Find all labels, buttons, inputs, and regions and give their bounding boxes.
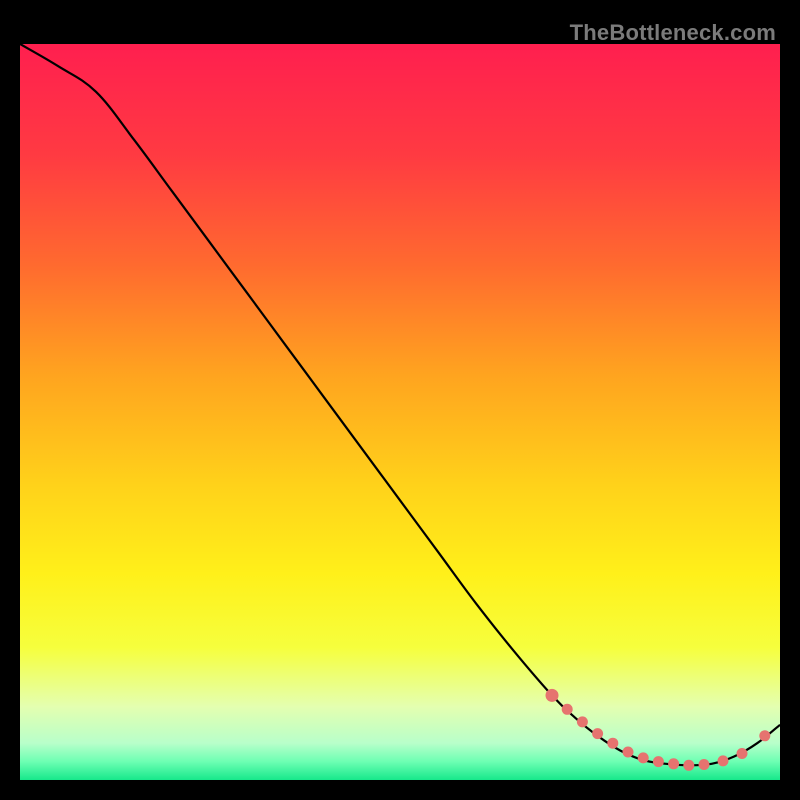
chart-canvas [20, 20, 780, 780]
marker-dot [592, 728, 603, 739]
marker-dot [638, 752, 649, 763]
marker-dot [546, 689, 559, 702]
marker-dot [737, 748, 748, 759]
marker-dot [653, 756, 664, 767]
marker-dot [718, 755, 729, 766]
marker-dot [699, 759, 710, 770]
marker-dot [562, 704, 573, 715]
chart-frame: TheBottleneck.com [20, 20, 780, 780]
marker-dot [607, 738, 618, 749]
marker-dot [577, 716, 588, 727]
marker-dot [623, 747, 634, 758]
marker-dot [668, 758, 679, 769]
gradient-background [20, 44, 780, 780]
watermark-text: TheBottleneck.com [570, 20, 776, 46]
marker-dot [759, 730, 770, 741]
marker-dot [683, 760, 694, 771]
